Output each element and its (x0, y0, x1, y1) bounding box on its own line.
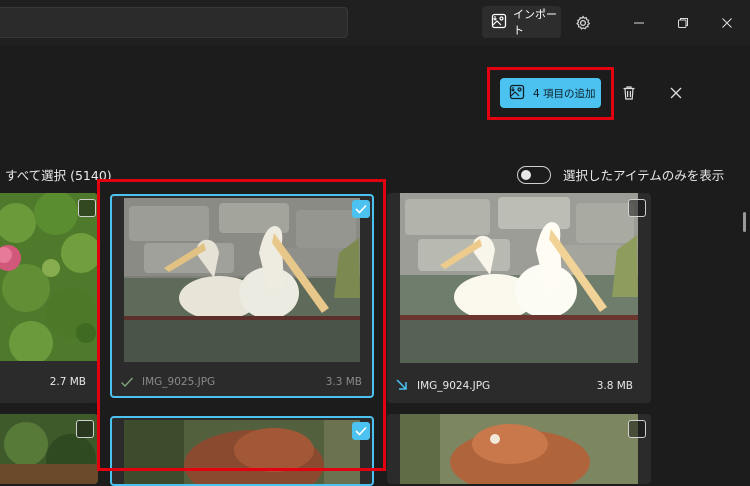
minimize-icon[interactable] (624, 10, 654, 36)
photo-footer: IMG_9024.JPG 3.8 MB (387, 369, 651, 403)
photo-checkbox-checked[interactable] (352, 200, 370, 218)
photo-size: 2.7 MB (49, 376, 86, 388)
close-window-icon[interactable] (712, 10, 742, 36)
photo-filename: IMG_9024.JPG (417, 380, 491, 392)
photo-thumbnail-red-panda (124, 420, 360, 484)
photo-tile[interactable] (0, 414, 98, 484)
add-photo-icon (509, 84, 525, 103)
photo-tile[interactable] (387, 414, 651, 484)
import-photo-icon (491, 13, 507, 32)
photo-checkbox-checked[interactable] (352, 422, 370, 440)
search-box[interactable] (0, 7, 348, 38)
scrollbar-thumb[interactable] (743, 212, 746, 232)
photo-thumbnail-red-panda (400, 414, 638, 484)
import-button-label: インポート (513, 8, 557, 37)
delete-trash-icon[interactable] (617, 81, 641, 105)
restore-window-icon[interactable] (668, 10, 698, 36)
import-button[interactable]: インポート (482, 6, 561, 38)
select-all-label[interactable]: すべて選択 (5140) (5, 165, 112, 184)
photo-checkbox[interactable] (76, 420, 94, 438)
show-selected-only-toggle-row: 選択したアイテムのみを表示 (517, 165, 724, 184)
toggle-knob (521, 169, 531, 180)
imported-check-icon (120, 375, 134, 389)
settings-gear-icon[interactable] (570, 10, 596, 36)
import-arrow-icon (395, 378, 409, 392)
photo-checkbox[interactable] (78, 199, 96, 217)
photo-footer: IMG_9025.JPG 3.3 MB (112, 368, 372, 396)
photo-tile-selected[interactable]: IMG_9025.JPG 3.3 MB (110, 194, 374, 398)
photo-size: 3.8 MB (596, 380, 633, 392)
cancel-close-icon[interactable] (664, 81, 688, 105)
show-selected-only-toggle[interactable] (517, 165, 551, 184)
show-selected-only-label: 選択したアイテムのみを表示 (563, 168, 725, 183)
photo-thumbnail-pelican (400, 193, 638, 363)
photo-checkbox[interactable] (628, 420, 646, 438)
photo-thumbnail-pelican (124, 198, 360, 362)
photo-checkbox[interactable] (628, 199, 646, 217)
photo-tile-selected[interactable] (110, 416, 374, 486)
photo-size: 3.3 MB (325, 376, 362, 388)
add-items-label: 4 項目の追加 (533, 87, 596, 100)
photo-filename: IMG_9025.JPG (142, 376, 216, 388)
photo-tile[interactable]: 2.7 MB (0, 193, 98, 403)
photo-thumbnail-flowers (0, 193, 98, 365)
photo-footer: 2.7 MB (0, 361, 98, 403)
add-items-button[interactable]: 4 項目の追加 (500, 78, 601, 108)
photo-tile[interactable]: IMG_9024.JPG 3.8 MB (387, 193, 651, 403)
